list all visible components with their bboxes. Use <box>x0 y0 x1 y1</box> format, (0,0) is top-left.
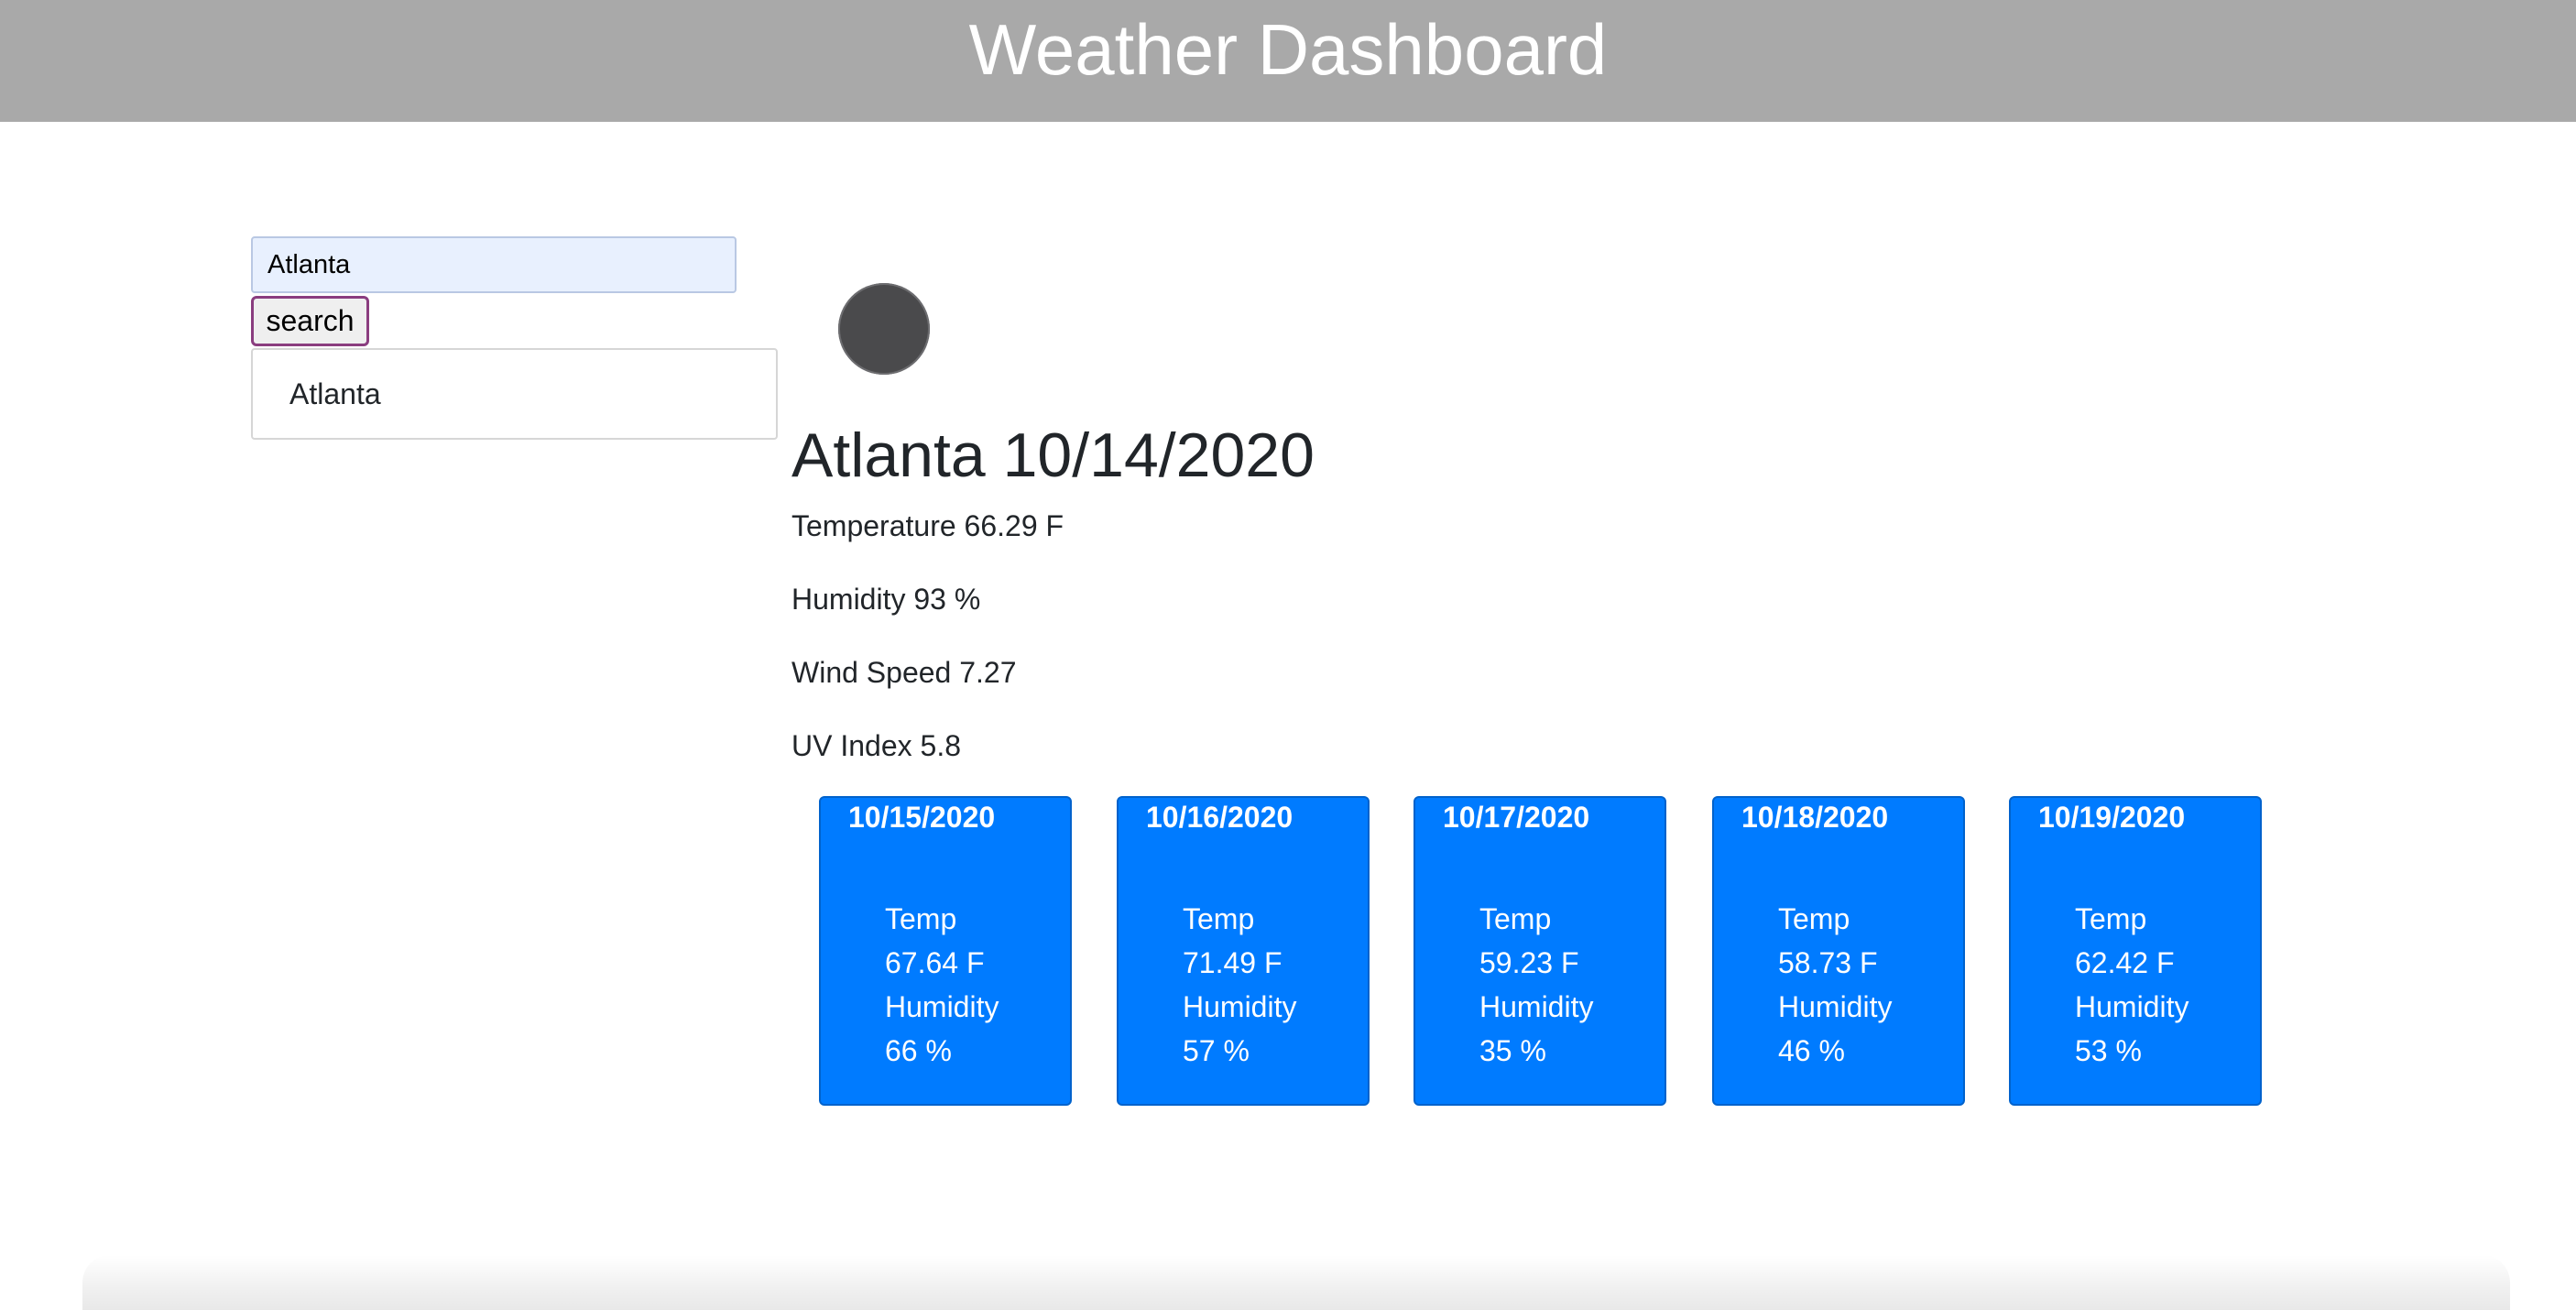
forecast-humidity: 53 % <box>2075 1034 2142 1067</box>
forecast-card: 10/17/2020 Temp 59.23 F Humidity 35 % <box>1414 796 1666 1106</box>
search-button[interactable]: search <box>251 296 369 346</box>
forecast-humidity-label: Humidity <box>1183 990 1297 1023</box>
bottom-shadow <box>82 1255 2510 1310</box>
current-humidity: Humidity 93 % <box>791 583 981 616</box>
forecast-humidity-label: Humidity <box>1778 990 1893 1023</box>
forecast-temp-label: Temp <box>1479 902 1552 935</box>
forecast-humidity: 46 % <box>1778 1034 1845 1067</box>
current-city-date: Atlanta 10/14/2020 <box>791 420 1315 490</box>
forecast-temp: 58.73 F <box>1778 946 1878 979</box>
forecast-card: 10/19/2020 Temp 62.42 F Humidity 53 % <box>2009 796 2262 1106</box>
page-title: Weather Dashboard <box>968 9 1608 90</box>
page-header: Weather Dashboard <box>0 0 2576 122</box>
forecast-humidity-label: Humidity <box>885 990 999 1023</box>
forecast-card: 10/16/2020 Temp 71.49 F Humidity 57 % <box>1117 796 1370 1106</box>
forecast-humidity: 57 % <box>1183 1034 1250 1067</box>
forecast-humidity-label: Humidity <box>1479 990 1594 1023</box>
forecast-date: 10/17/2020 <box>1443 801 1590 834</box>
city-search-input[interactable] <box>251 236 737 293</box>
forecast-temp: 59.23 F <box>1479 946 1579 979</box>
forecast-card: 10/18/2020 Temp 58.73 F Humidity 46 % <box>1712 796 1965 1106</box>
forecast-humidity: 66 % <box>885 1034 952 1067</box>
forecast-date: 10/18/2020 <box>1741 801 1889 834</box>
forecast-temp-label: Temp <box>2075 902 2147 935</box>
forecast-temp: 67.64 F <box>885 946 985 979</box>
forecast-temp-label: Temp <box>1778 902 1850 935</box>
current-uv-index: UV Index 5.8 <box>791 729 961 762</box>
current-temperature: Temperature 66.29 F <box>791 509 1064 542</box>
weather-icon <box>838 283 930 375</box>
search-history-list: Atlanta <box>251 348 778 440</box>
forecast-temp: 71.49 F <box>1183 946 1283 979</box>
forecast-humidity-label: Humidity <box>2075 990 2189 1023</box>
forecast-temp-label: Temp <box>1183 902 1255 935</box>
current-wind-speed: Wind Speed 7.27 <box>791 656 1017 689</box>
forecast-temp-label: Temp <box>885 902 957 935</box>
forecast-temp: 62.42 F <box>2075 946 2175 979</box>
history-item-atlanta[interactable]: Atlanta <box>289 377 381 411</box>
forecast-date: 10/15/2020 <box>848 801 996 834</box>
forecast-humidity: 35 % <box>1479 1034 1546 1067</box>
forecast-date: 10/16/2020 <box>1146 801 1293 834</box>
forecast-card: 10/15/2020 Temp 67.64 F Humidity 66 % <box>819 796 1072 1106</box>
forecast-date: 10/19/2020 <box>2038 801 2186 834</box>
